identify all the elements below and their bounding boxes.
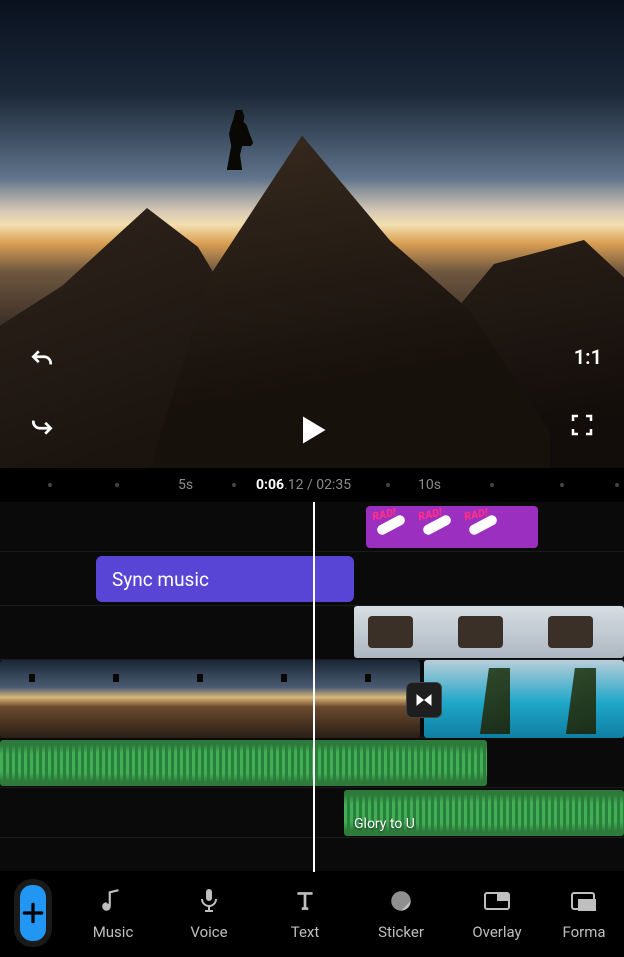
sticker-icon [388, 888, 414, 914]
music-icon [100, 888, 126, 914]
format-button[interactable]: Forma [554, 873, 614, 953]
add-button[interactable] [20, 885, 46, 941]
ruler-marker: 5s [178, 477, 193, 493]
sticker-button[interactable]: Sticker [362, 873, 440, 953]
sticker-label: Sticker [378, 923, 424, 941]
transition-button[interactable] [406, 682, 442, 718]
overlay-clip[interactable] [354, 606, 624, 658]
clip-frame [0, 660, 84, 738]
overlay-track[interactable] [0, 606, 624, 660]
audio-track-2[interactable]: Glory to U [0, 788, 624, 838]
clip-frame [510, 660, 596, 738]
empty-track [0, 838, 624, 868]
video-clip-2[interactable] [424, 660, 624, 738]
sync-music-track: Sync music [0, 552, 624, 606]
fullscreen-button[interactable] [562, 405, 602, 445]
redo-button[interactable] [22, 405, 62, 445]
text-label: Text [291, 923, 320, 941]
sync-music-label: Sync music [112, 568, 209, 591]
sticker-thumb: RAD! [464, 510, 504, 544]
video-clip-1[interactable] [0, 660, 420, 738]
timeline[interactable]: RAD! RAD! RAD! Sync music [0, 502, 624, 872]
format-icon [570, 889, 598, 913]
mic-icon [197, 887, 221, 915]
sticker-track[interactable]: RAD! RAD! RAD! [0, 502, 624, 552]
clip-frame [168, 660, 252, 738]
video-preview[interactable]: 1:1 [0, 0, 624, 468]
audio-clip-2[interactable]: Glory to U [344, 790, 624, 836]
clip-frame [84, 660, 168, 738]
preview-scenery [218, 110, 262, 170]
fullscreen-icon [570, 413, 594, 437]
clip-frame [354, 606, 444, 658]
play-icon [294, 412, 330, 448]
sticker-thumb: RAD! [372, 510, 412, 544]
audio-track-1[interactable] [0, 738, 624, 788]
clip-frame [444, 606, 534, 658]
format-label: Forma [562, 923, 605, 941]
ruler-marker: 10s [418, 477, 441, 493]
voice-button[interactable]: Voice [170, 873, 248, 953]
sync-music-button[interactable]: Sync music [96, 556, 354, 602]
music-label: Music [93, 923, 134, 941]
aspect-ratio-button[interactable]: 1:1 [574, 345, 602, 369]
playhead[interactable] [313, 502, 315, 872]
audio-clip-1[interactable] [0, 740, 487, 786]
transition-icon [414, 690, 434, 710]
text-icon [292, 888, 318, 914]
audio-clip-label: Glory to U [354, 816, 415, 832]
sticker-thumb: RAD! [418, 510, 458, 544]
plus-icon [20, 900, 46, 926]
undo-button[interactable] [22, 340, 62, 380]
overlay-label: Overlay [472, 923, 521, 941]
waveform [0, 740, 487, 786]
overlay-icon [483, 889, 511, 913]
overlay-button[interactable]: Overlay [458, 873, 536, 953]
play-button[interactable] [287, 405, 337, 455]
redo-icon [29, 412, 55, 438]
playback-time: 0:06.12 / 02:35 [256, 477, 351, 493]
clip-frame [252, 660, 336, 738]
music-button[interactable]: Music [74, 873, 152, 953]
clip-frame [534, 606, 624, 658]
text-button[interactable]: Text [266, 873, 344, 953]
sticker-clip[interactable]: RAD! RAD! RAD! [366, 506, 538, 548]
aspect-ratio-label: 1:1 [574, 345, 602, 369]
bottom-toolbar: Music Voice Text Sticker [0, 871, 624, 957]
main-video-track[interactable] [0, 660, 624, 738]
undo-icon [29, 347, 55, 373]
clip-frame [596, 660, 624, 738]
time-ruler[interactable]: 5s 0:06.12 / 02:35 10s [0, 468, 624, 502]
voice-label: Voice [190, 923, 227, 941]
